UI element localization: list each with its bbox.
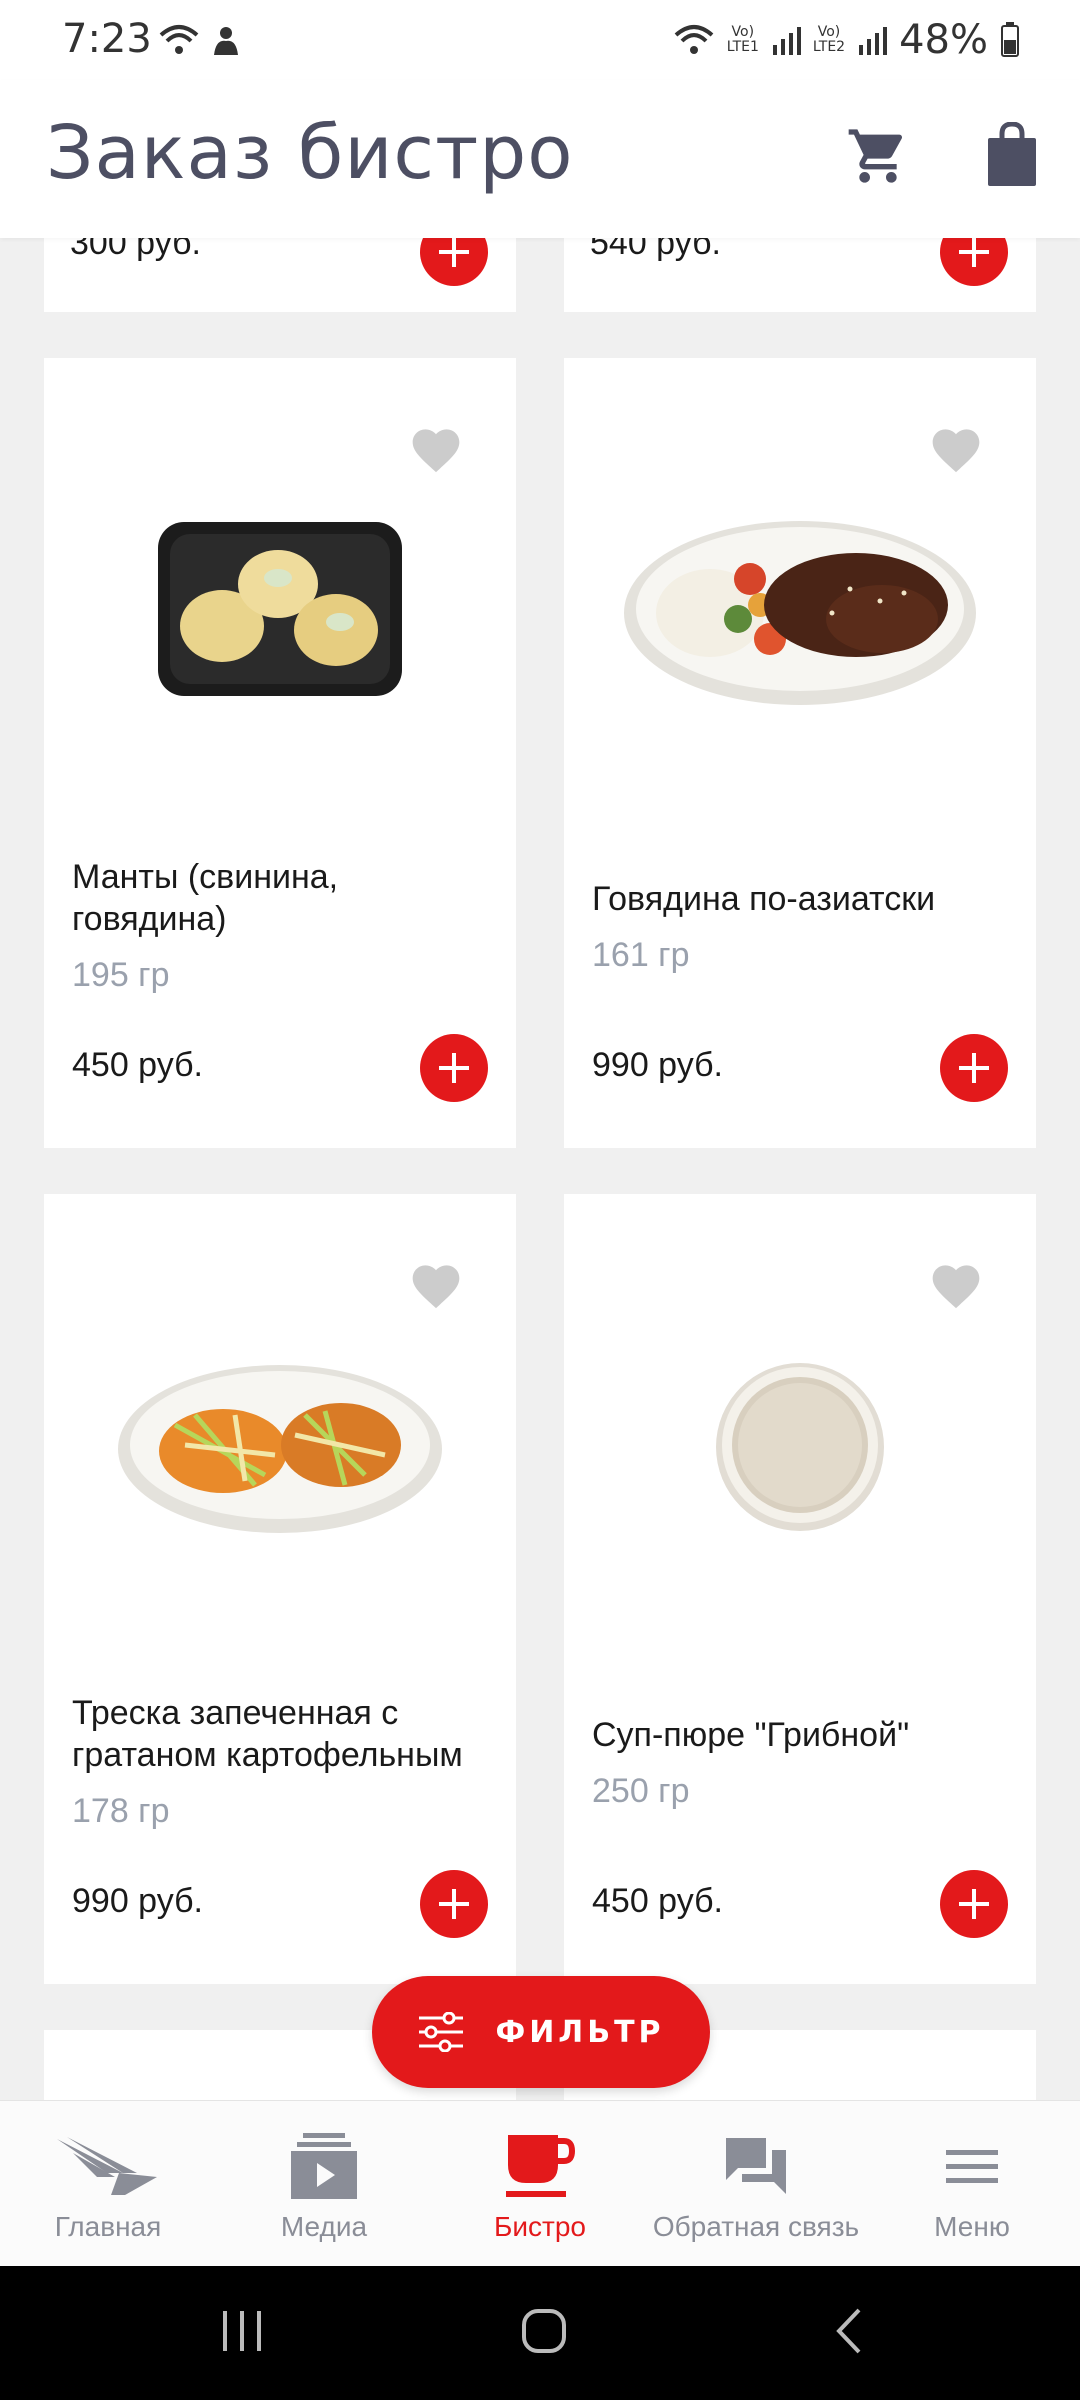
product-card[interactable]: Суп-пюре "Грибной" 250 гр 450 руб. (564, 1194, 1036, 1984)
product-card[interactable]: Треска запеченная с гратаном картофельны… (44, 1194, 516, 1984)
product-price: 540 руб. (590, 238, 722, 262)
bottom-navigation: Главная Медиа Бистро Обратная связь Меню (0, 2100, 1080, 2266)
nav-item-home[interactable]: Главная (0, 2101, 216, 2266)
hamburger-menu-icon (946, 2150, 998, 2183)
add-to-cart-button[interactable] (420, 1870, 488, 1938)
shopping-bag-icon (988, 121, 1036, 186)
add-to-cart-button[interactable] (420, 1034, 488, 1102)
nav-item-media[interactable]: Медиа (216, 2101, 432, 2266)
nav-label: Медиа (280, 2211, 368, 2242)
product-image-manti (80, 484, 480, 734)
filter-button[interactable]: ФИЛЬТР (372, 1976, 710, 2088)
nav-label: Главная (54, 2211, 162, 2242)
product-card-partial[interactable]: 540 руб. (564, 238, 1036, 312)
status-time: 7:23 (62, 16, 152, 62)
chat-bubbles-icon (726, 2138, 786, 2194)
favorite-heart-icon[interactable] (928, 422, 984, 474)
bag-button[interactable] (984, 121, 1040, 188)
nav-label: Обратная связь (652, 2211, 860, 2242)
favorite-heart-icon[interactable] (408, 1258, 464, 1310)
product-weight: 250 гр (592, 1772, 690, 1810)
battery-percent: 48% (899, 17, 988, 63)
signal-1-icon (772, 27, 801, 55)
cart-button[interactable] (846, 124, 910, 188)
nav-item-menu[interactable]: Меню (864, 2101, 1080, 2266)
product-price: 300 руб. (70, 238, 202, 262)
product-weight: 178 гр (72, 1792, 170, 1830)
product-price: 450 руб. (592, 1882, 724, 1920)
back-button[interactable] (808, 2296, 888, 2366)
wifi-call-icon (159, 25, 199, 54)
product-name: Треска запеченная с гратаном картофельны… (72, 1694, 463, 1774)
product-image-soup (600, 1320, 1000, 1570)
network-1: Vo) LTE1 (726, 24, 759, 55)
favorite-heart-icon[interactable] (928, 1258, 984, 1310)
product-card[interactable]: Манты (свинина, говядина) 195 гр 450 руб… (44, 358, 516, 1148)
add-to-cart-button[interactable] (940, 1870, 1008, 1938)
nav-label: Меню (934, 2211, 1010, 2242)
app-header: Заказ бистро (0, 80, 1080, 238)
product-name: Говядина по-азиатски (592, 880, 936, 918)
recent-apps-icon (223, 2311, 261, 2351)
sliders-icon (419, 2012, 464, 2052)
coffee-cup-icon (506, 2135, 576, 2197)
product-image-beef (600, 484, 1000, 734)
product-weight: 161 гр (592, 936, 690, 974)
product-price: 990 руб. (592, 1046, 724, 1084)
battery-icon (1001, 22, 1019, 57)
product-image-cod (80, 1320, 480, 1570)
product-name: Суп-пюре "Грибной" (592, 1716, 910, 1754)
favorite-heart-icon[interactable] (408, 422, 464, 474)
add-to-cart-button[interactable] (940, 238, 1008, 286)
home-button[interactable] (504, 2296, 584, 2366)
product-name: Манты (свинина, говядина) (72, 858, 339, 938)
system-navigation-bar (0, 2266, 1080, 2400)
product-card-partial[interactable]: 300 руб. (44, 238, 516, 312)
add-to-cart-button[interactable] (420, 238, 488, 286)
wifi-icon (674, 25, 714, 54)
network-2: Vo) LTE2 (812, 24, 846, 55)
media-player-icon (291, 2133, 357, 2199)
product-price: 450 руб. (72, 1046, 204, 1084)
wing-logo-icon (57, 2137, 157, 2195)
product-price: 990 руб. (72, 1882, 204, 1920)
back-icon (836, 2308, 861, 2354)
home-icon (522, 2309, 566, 2353)
product-weight: 195 гр (72, 956, 170, 994)
add-to-cart-button[interactable] (940, 1034, 1008, 1102)
nav-item-feedback[interactable]: Обратная связь (648, 2101, 864, 2266)
shopping-cart-icon (848, 129, 903, 183)
page-title: Заказ бистро (46, 110, 574, 196)
nav-item-bistro[interactable]: Бистро (432, 2101, 648, 2266)
nav-label: Бистро (494, 2211, 586, 2242)
notification-icon (214, 27, 238, 55)
product-grid: 300 руб. 540 руб. Манты (свинина, говяди… (0, 238, 1080, 2100)
status-bar: 7:23 Vo) LTE1 Vo) LTE2 48% (0, 0, 1080, 80)
product-card[interactable]: Говядина по-азиатски 161 гр 990 руб. (564, 358, 1036, 1148)
filter-label: ФИЛЬТР (495, 2014, 665, 2050)
status-right-icons: Vo) LTE1 Vo) LTE2 48% (673, 16, 1020, 64)
recent-apps-button[interactable] (202, 2296, 282, 2366)
signal-2-icon (859, 27, 888, 55)
status-left-icons (158, 20, 242, 60)
